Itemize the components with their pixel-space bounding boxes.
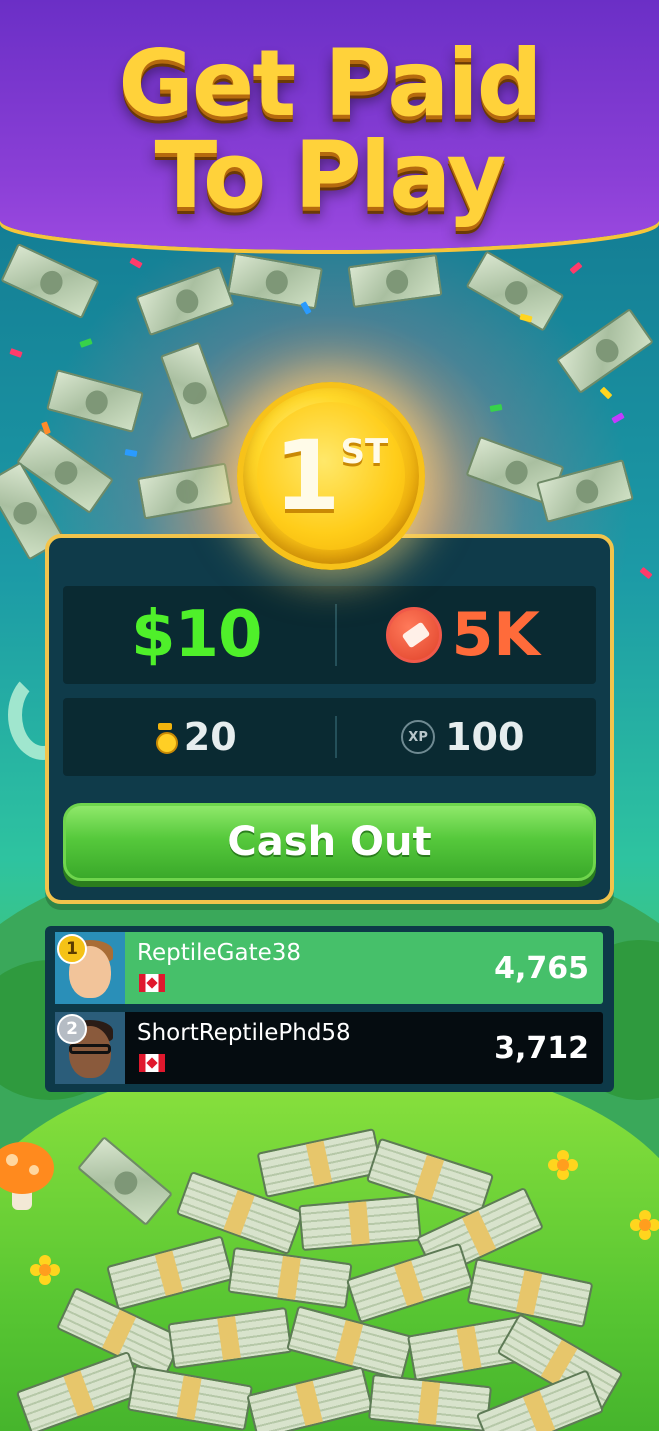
leaderboard-row[interactable]: 2 ShortReptilePhd58 3,712 bbox=[55, 1012, 603, 1084]
rank-badge: 1 bbox=[57, 934, 87, 964]
confetti bbox=[9, 348, 23, 358]
placement-suffix: ST bbox=[340, 432, 389, 472]
cash-reward: $10 bbox=[63, 586, 330, 684]
player-name: ReptileGate38 bbox=[137, 940, 301, 966]
canada-flag-icon bbox=[139, 974, 165, 992]
rank-badge: 2 bbox=[57, 1014, 87, 1044]
player-score: 4,765 bbox=[494, 950, 589, 986]
page-title: Get Paid To Play bbox=[0, 38, 659, 222]
xp-amount: 100 bbox=[445, 715, 525, 759]
xp-reward: XP 100 bbox=[330, 698, 597, 776]
medal-reward: 20 bbox=[63, 698, 330, 776]
avatar: 2 bbox=[55, 1012, 125, 1084]
player-info: ShortReptilePhd58 bbox=[125, 1012, 494, 1084]
flower bbox=[630, 1210, 659, 1240]
headline-line-2: To Play bbox=[154, 122, 507, 229]
first-place-coin-icon: 1 ST bbox=[237, 382, 425, 570]
player-name: ShortReptilePhd58 bbox=[137, 1020, 351, 1046]
divider bbox=[335, 604, 337, 666]
confetti bbox=[639, 566, 653, 580]
leaderboard-row[interactable]: 1 ReptileGate38 4,765 bbox=[55, 932, 603, 1004]
canada-flag-icon bbox=[139, 1054, 165, 1072]
reward-row-primary: $10 5K bbox=[63, 586, 596, 684]
cash-amount: $10 bbox=[130, 598, 263, 672]
leaderboard: 1 ReptileGate38 4,765 2 ShortReptilePhd5… bbox=[45, 926, 614, 1092]
prize-card: $10 5K 20 XP 100 Cash Out bbox=[45, 534, 614, 904]
ticket-icon bbox=[385, 607, 442, 663]
coin-face: 1 ST bbox=[257, 402, 405, 550]
placement-number: 1 bbox=[273, 420, 341, 532]
medal-icon bbox=[155, 723, 178, 754]
cash-out-button[interactable]: Cash Out bbox=[63, 803, 596, 881]
glasses bbox=[69, 1044, 111, 1054]
medal-amount: 20 bbox=[183, 715, 237, 759]
reward-row-secondary: 20 XP 100 bbox=[63, 698, 596, 776]
ticket-amount: 5K bbox=[451, 600, 540, 670]
xp-icon: XP bbox=[401, 720, 436, 754]
headline-line-1: Get Paid bbox=[118, 30, 542, 137]
player-info: ReptileGate38 bbox=[125, 932, 494, 1004]
ticket-reward: 5K bbox=[330, 586, 597, 684]
player-score: 3,712 bbox=[494, 1030, 589, 1066]
money-pile bbox=[15, 1128, 624, 1431]
avatar: 1 bbox=[55, 932, 125, 1004]
divider bbox=[335, 716, 337, 758]
